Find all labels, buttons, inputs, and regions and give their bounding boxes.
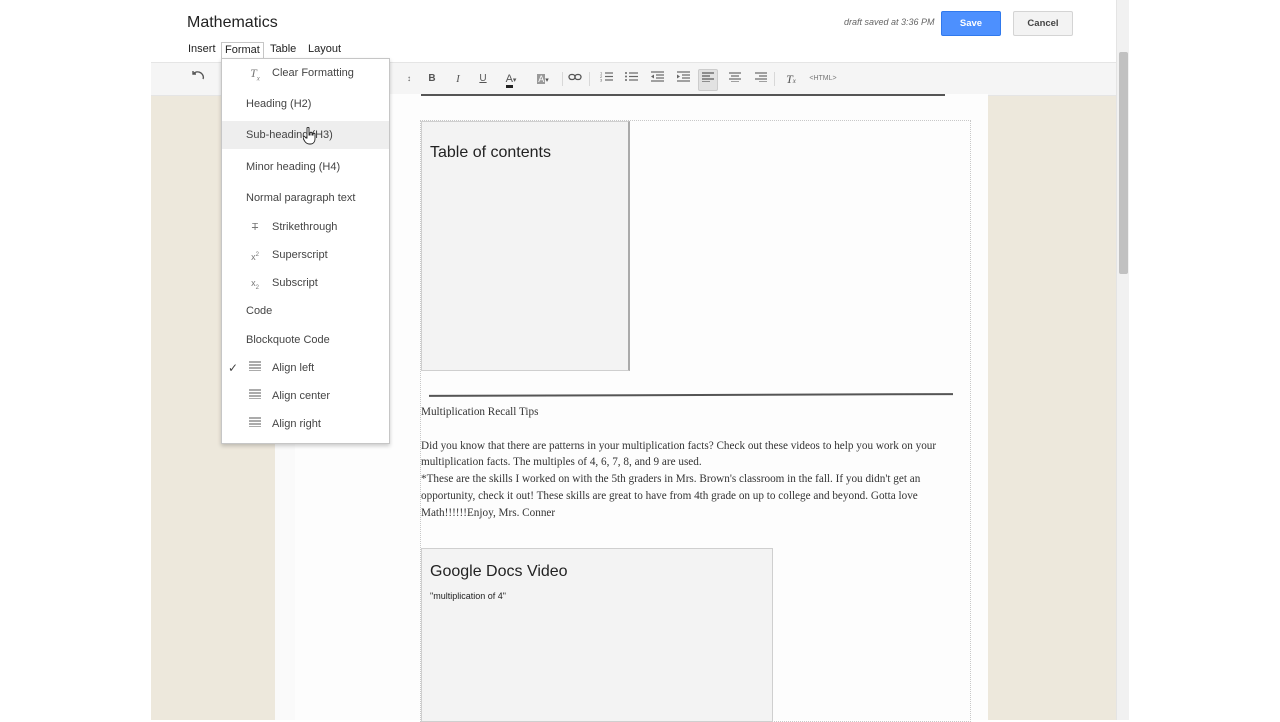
format-menu-item-label: Sub-heading (H3) bbox=[246, 129, 333, 141]
article-text[interactable]: Multiplication Recall Tips Did you know … bbox=[421, 404, 966, 521]
menu-table[interactable]: Table bbox=[267, 42, 299, 56]
video-caption: "multiplication of 4" bbox=[430, 591, 506, 601]
align-right-icon bbox=[755, 72, 767, 83]
text-color-icon: A bbox=[505, 73, 513, 88]
format-menu-item[interactable]: Align center bbox=[222, 382, 389, 410]
format-menu-item[interactable]: Blockquote Code bbox=[222, 326, 389, 354]
html-button[interactable]: <HTML> bbox=[807, 69, 839, 89]
format-menu-item-label: Align right bbox=[272, 418, 321, 430]
clear-formatting-icon: Tx bbox=[250, 66, 260, 83]
format-menu-item[interactable]: ✓ Align left bbox=[222, 354, 389, 382]
format-menu-item-label: Normal paragraph text bbox=[246, 192, 356, 204]
menu-layout[interactable]: Layout bbox=[305, 42, 344, 56]
align-right-icon bbox=[246, 410, 264, 438]
format-menu-item-label: Align left bbox=[272, 362, 315, 374]
indent-icon[interactable] bbox=[675, 69, 691, 89]
page-canvas: Table of contents Multiplication Recall … bbox=[295, 94, 988, 722]
hand-cursor-icon bbox=[303, 127, 316, 145]
align-right-button[interactable] bbox=[753, 69, 769, 89]
format-menu-item[interactable]: Minor heading (H4) bbox=[222, 153, 389, 181]
link-icon[interactable] bbox=[567, 69, 583, 89]
format-menu-item[interactable]: x2 Superscript bbox=[222, 241, 389, 269]
align-center-icon bbox=[246, 382, 264, 410]
format-menu: Tx Clear Formatting Heading (H2) Sub-headin… bbox=[221, 58, 390, 444]
horizontal-rule bbox=[421, 94, 945, 97]
format-menu-item[interactable]: Tx Clear Formatting bbox=[222, 59, 389, 87]
align-left-icon bbox=[246, 354, 264, 382]
clear-formatting-icon[interactable]: Tx bbox=[783, 69, 799, 89]
toolbar-divider bbox=[774, 72, 775, 86]
bold-button[interactable]: B bbox=[424, 69, 440, 89]
numbered-list-icon[interactable]: 123 bbox=[598, 69, 614, 89]
align-left-button[interactable] bbox=[698, 69, 718, 91]
article-heading: Multiplication Recall Tips bbox=[421, 406, 539, 418]
cancel-button[interactable]: Cancel bbox=[1013, 11, 1073, 36]
format-menu-item[interactable]: T Strikethrough bbox=[222, 213, 389, 241]
align-center-button[interactable] bbox=[727, 69, 743, 89]
svg-text:3: 3 bbox=[600, 78, 603, 83]
chevron-down-icon: ▾ bbox=[512, 77, 517, 84]
toolbar-divider bbox=[589, 72, 590, 86]
draft-status: draft saved at 3:36 PM bbox=[844, 17, 935, 27]
article-paragraph: Did you know that there are patterns in … bbox=[421, 439, 937, 469]
bulleted-list-icon[interactable] bbox=[623, 69, 639, 89]
format-menu-item-label: Heading (H2) bbox=[246, 98, 312, 110]
outdent-icon[interactable] bbox=[649, 69, 665, 89]
table-of-contents-gadget[interactable]: Table of contents bbox=[421, 121, 630, 371]
align-left-icon bbox=[702, 72, 714, 83]
format-menu-item[interactable]: Code bbox=[222, 297, 389, 325]
toolbar-divider bbox=[562, 72, 563, 86]
menu-insert[interactable]: Insert bbox=[185, 42, 219, 56]
undo-icon[interactable] bbox=[191, 69, 207, 89]
font-size-chevron-icon[interactable]: ↕ bbox=[401, 69, 417, 89]
article-paragraph: *These are the skills I worked on with t… bbox=[421, 473, 921, 519]
checkmark-icon: ✓ bbox=[228, 361, 239, 375]
format-menu-item-label: Align center bbox=[272, 390, 331, 402]
google-docs-video-gadget[interactable]: Google Docs Video "multiplication of 4" bbox=[421, 548, 773, 722]
toc-title: Table of contents bbox=[430, 144, 551, 161]
align-center-icon bbox=[729, 72, 741, 83]
text-color-button[interactable]: A▾ bbox=[501, 69, 521, 89]
scrollbar[interactable] bbox=[1116, 0, 1130, 720]
scrollbar-thumb[interactable] bbox=[1119, 52, 1128, 274]
format-menu-item-label: Blockquote Code bbox=[246, 334, 330, 346]
format-menu-item-label: Minor heading (H4) bbox=[246, 161, 341, 173]
format-menu-item-label: Superscript bbox=[272, 249, 328, 261]
underline-button[interactable]: U bbox=[475, 69, 491, 89]
format-menu-item[interactable]: Normal paragraph text bbox=[222, 184, 389, 212]
format-menu-item[interactable]: Heading (H2) bbox=[222, 90, 389, 118]
save-button[interactable]: Save bbox=[941, 11, 1001, 36]
strikethrough-icon: T bbox=[251, 222, 259, 233]
page-title: Mathematics bbox=[187, 14, 278, 31]
format-menu-item-label: Clear Formatting bbox=[272, 67, 354, 79]
format-menu-item-label: Subscript bbox=[272, 277, 318, 289]
chevron-down-icon: ▾ bbox=[545, 77, 549, 84]
format-menu-item[interactable]: Align right bbox=[222, 410, 389, 438]
editor-header: Mathematics Insert Format Table Layout d… bbox=[151, 0, 1116, 62]
right-gutter bbox=[1129, 0, 1280, 720]
superscript-icon: x2 bbox=[251, 252, 259, 262]
format-menu-item-label: Code bbox=[246, 305, 273, 317]
video-title: Google Docs Video bbox=[430, 563, 568, 580]
format-menu-item-label: Strikethrough bbox=[272, 221, 338, 233]
italic-button[interactable]: I bbox=[450, 69, 466, 89]
highlight-color-button[interactable]: A▾ bbox=[533, 69, 553, 89]
page-edge bbox=[275, 440, 296, 720]
format-menu-item[interactable]: x2 Subscript bbox=[222, 269, 389, 297]
left-gutter bbox=[0, 0, 151, 720]
